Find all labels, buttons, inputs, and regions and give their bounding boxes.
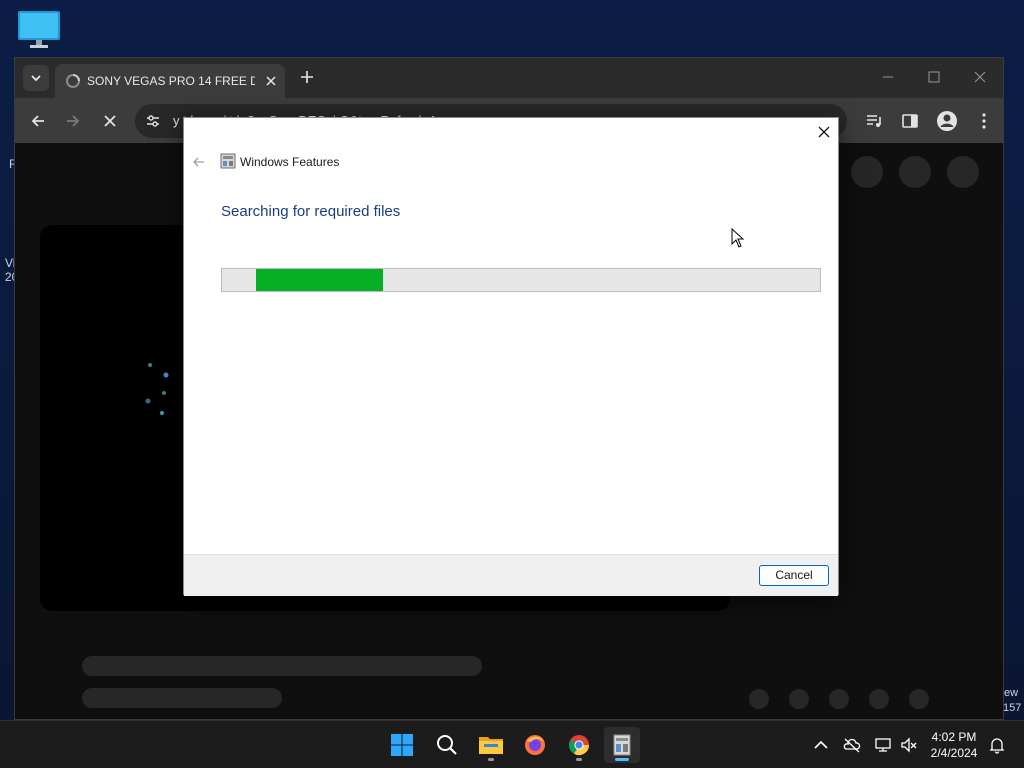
windows-features-icon [220, 153, 236, 169]
windows-start-icon [391, 734, 413, 756]
onedrive-offline-icon[interactable] [843, 736, 861, 754]
video-frame-art [145, 363, 169, 415]
progress-bar-fill [256, 269, 384, 291]
mouse-pointer-icon [731, 228, 745, 248]
side-panel-icon[interactable] [901, 112, 919, 130]
background-window-text: ew [1004, 687, 1019, 699]
taskbar-clock[interactable]: 4:02 PM 2/4/2024 [926, 729, 982, 761]
placeholder-circle [899, 156, 931, 188]
dialog-title: Windows Features [240, 155, 340, 169]
tab-search-button[interactable] [23, 65, 49, 91]
minimize-icon[interactable] [881, 70, 895, 84]
chevron-up-icon[interactable] [812, 736, 830, 754]
placeholder-circle [749, 689, 769, 709]
chrome-taskbar-button[interactable] [561, 727, 597, 763]
background-window-text: 157 [1003, 702, 1022, 714]
loading-skeleton-bar [82, 656, 482, 676]
clock-date: 2/4/2024 [930, 746, 978, 760]
profile-avatar-icon[interactable] [936, 110, 958, 132]
running-indicator [615, 758, 629, 761]
notification-bell-icon[interactable] [988, 736, 1006, 754]
new-tab-button[interactable] [299, 69, 315, 85]
close-icon[interactable] [816, 124, 832, 140]
browser-tab[interactable]: SONY VEGAS PRO 14 FREE DOW [55, 64, 285, 98]
taskbar-search-button[interactable] [429, 727, 465, 763]
taskbar: 4:02 PM 2/4/2024 [0, 720, 1024, 768]
dialog-heading: Searching for required files [221, 203, 401, 220]
chevron-down-icon [31, 75, 41, 82]
start-button[interactable] [384, 727, 420, 763]
network-icon[interactable] [874, 736, 892, 754]
placeholder-circle [851, 156, 883, 188]
placeholder-circle [909, 689, 929, 709]
site-settings-icon[interactable] [145, 113, 161, 129]
loading-skeleton-bar [82, 688, 282, 708]
file-explorer-taskbar-button[interactable] [473, 727, 509, 763]
running-indicator [488, 758, 494, 761]
placeholder-circle [869, 689, 889, 709]
placeholder-circle [829, 689, 849, 709]
back-arrow-icon[interactable] [29, 112, 47, 130]
loading-spinner-icon [66, 74, 80, 88]
windows-features-icon [613, 734, 631, 756]
back-arrow-icon[interactable] [192, 155, 206, 169]
clock-time: 4:02 PM [931, 730, 977, 744]
progress-bar [221, 268, 821, 292]
media-controls-icon[interactable] [865, 112, 883, 130]
more-menu-icon[interactable] [975, 112, 993, 130]
tab-title: SONY VEGAS PRO 14 FREE DOW [87, 74, 255, 88]
cancel-button[interactable]: Cancel [759, 565, 829, 586]
monitor-icon[interactable] [16, 10, 62, 50]
tab-strip: SONY VEGAS PRO 14 FREE DOW [15, 58, 1003, 98]
running-indicator [576, 758, 582, 761]
maximize-icon[interactable] [927, 70, 941, 84]
close-window-icon[interactable] [973, 70, 987, 84]
placeholder-circle [947, 156, 979, 188]
close-icon[interactable] [263, 73, 279, 89]
firefox-icon [525, 735, 545, 755]
firefox-taskbar-button[interactable] [517, 727, 553, 763]
windows-features-dialog: Windows Features Searching for required … [183, 117, 839, 596]
forward-arrow-icon[interactable] [64, 112, 82, 130]
file-explorer-icon [479, 737, 503, 754]
search-icon [437, 735, 457, 755]
stop-loading-icon[interactable] [101, 112, 119, 130]
dialog-footer: Cancel [184, 554, 838, 596]
speaker-muted-icon[interactable] [900, 736, 918, 754]
chrome-icon [568, 735, 590, 756]
placeholder-circle [789, 689, 809, 709]
windows-features-taskbar-button[interactable] [604, 727, 640, 763]
